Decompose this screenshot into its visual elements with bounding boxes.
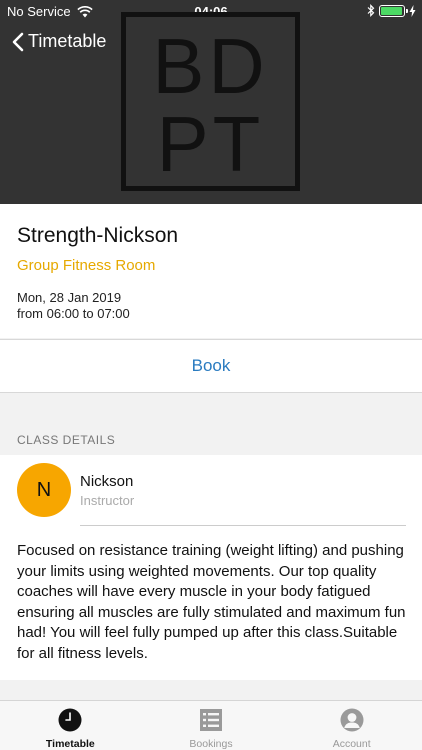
room-link[interactable]: Group Fitness Room xyxy=(17,257,155,274)
battery-level xyxy=(381,6,402,15)
battery-icon xyxy=(379,4,408,17)
list-icon xyxy=(200,709,222,731)
divider xyxy=(80,525,406,526)
back-label: Timetable xyxy=(28,31,107,51)
tab-bookings[interactable]: Bookings xyxy=(141,701,282,750)
person-icon xyxy=(340,708,364,732)
tab-label: Timetable xyxy=(45,738,95,750)
class-info-card: Strength-Nickson Group Fitness Room Mon,… xyxy=(0,204,422,338)
bluetooth-icon xyxy=(367,4,375,17)
chevron-left-icon xyxy=(12,32,24,51)
tab-timetable[interactable]: Timetable xyxy=(0,701,141,750)
book-label: Book xyxy=(191,356,231,375)
instructor-avatar: N xyxy=(17,463,71,517)
avatar-initial: N xyxy=(36,478,52,501)
class-date: Mon, 28 Jan 2019 xyxy=(17,290,122,305)
clock-icon xyxy=(58,708,82,732)
class-title: Strength-Nickson xyxy=(17,224,179,247)
charging-icon xyxy=(409,4,416,17)
tab-bar: Timetable Bookings Account xyxy=(0,700,422,750)
header-banner: No Service 04:06 Timetable BD PT xyxy=(0,0,422,204)
tab-label: Account xyxy=(332,738,371,750)
gym-logo: BD PT xyxy=(121,12,300,191)
tab-label: Bookings xyxy=(189,738,233,750)
instructor-role: Instructor xyxy=(80,493,135,508)
back-button[interactable]: Timetable xyxy=(12,31,106,52)
logo-line-1: BD xyxy=(152,22,269,110)
logo-line-2: PT xyxy=(156,100,265,188)
class-details-card: N Nickson Instructor Focused on resistan… xyxy=(0,455,422,680)
class-time: from 06:00 to 07:00 xyxy=(17,306,130,321)
section-header: CLASS DETAILS xyxy=(17,433,116,447)
status-right xyxy=(367,4,416,17)
tab-account[interactable]: Account xyxy=(281,701,422,750)
instructor-name[interactable]: Nickson xyxy=(80,473,133,490)
class-description: Focused on resistance training (weight l… xyxy=(17,542,406,662)
book-button[interactable]: Book xyxy=(0,339,422,393)
